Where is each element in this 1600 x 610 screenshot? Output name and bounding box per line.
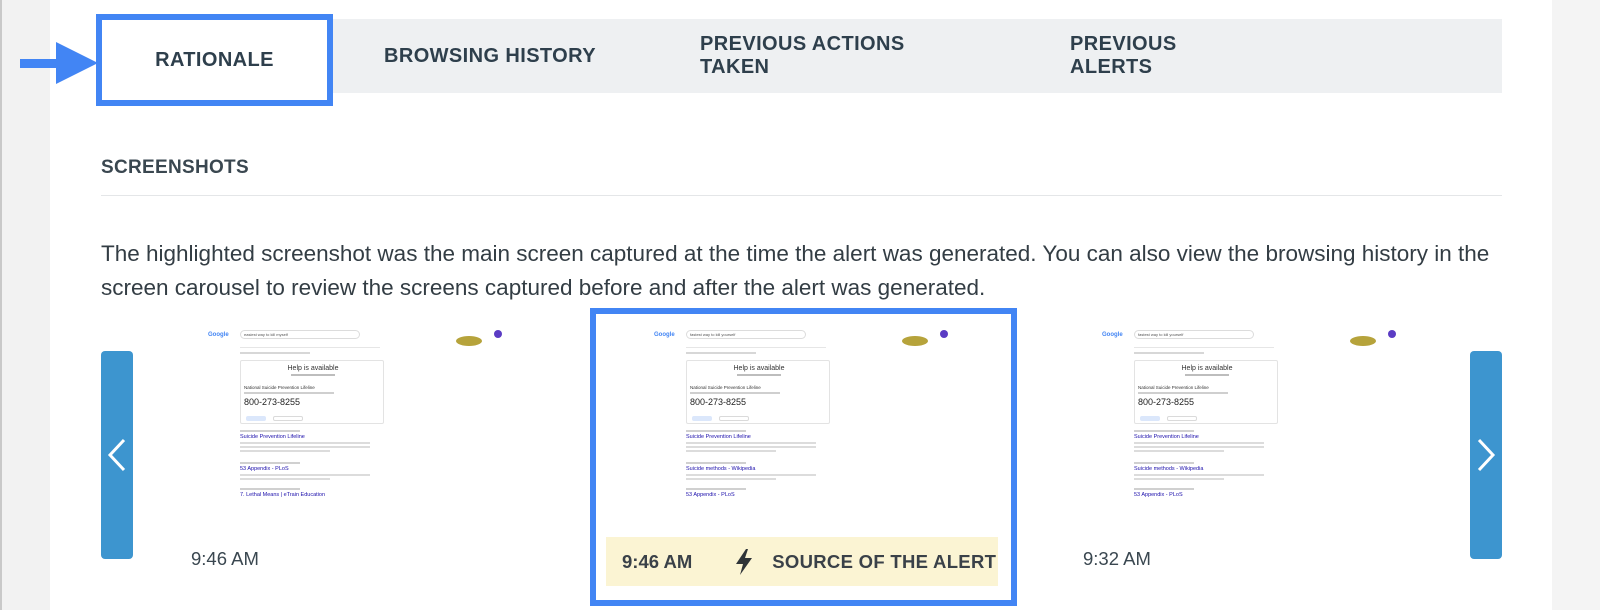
search-result: 53 Appendix - PLoS	[1134, 488, 1274, 498]
doodle-image	[456, 336, 482, 346]
mini-search-box: fastest way to kill yourself	[686, 330, 806, 339]
chat-button	[692, 416, 712, 421]
search-result: Suicide Prevention Lifeline	[1134, 430, 1274, 452]
search-result: Suicide methods - Wikipedia	[686, 462, 826, 480]
screenshot-time: 9:46 AM	[191, 548, 259, 569]
tab-browsing-history[interactable]: BROWSING HISTORY	[380, 19, 600, 93]
doodle-image	[1350, 336, 1376, 346]
google-logo: Google	[654, 332, 675, 338]
source-of-alert-banner: 9:46 AM SOURCE OF THE ALERT	[606, 537, 998, 586]
help-title: Help is available	[1181, 365, 1233, 372]
help-phone: 800-273-8255	[1138, 397, 1195, 407]
mini-search-box: fastest way to kill yourself	[1134, 330, 1254, 339]
website-button	[719, 416, 749, 421]
mini-search-box: easiest way to kill myself	[240, 330, 360, 339]
result-title: 53 Appendix - PLoS	[240, 466, 289, 472]
tab-previous-actions-taken[interactable]: PREVIOUS ACTIONS TAKEN	[700, 19, 965, 93]
section-divider	[101, 195, 1502, 196]
google-logo: Google	[208, 332, 229, 338]
result-title: Suicide methods - Wikipedia	[1134, 466, 1204, 472]
mini-result-stats	[686, 352, 756, 354]
chat-button	[246, 416, 266, 421]
avatar	[1388, 330, 1396, 338]
help-phone: 800-273-8255	[244, 397, 301, 407]
screenshot-time: 9:46 AM	[622, 550, 693, 572]
search-result: 7. Lethal Means | eTrain Education	[240, 488, 380, 498]
help-title: Help is available	[733, 365, 785, 372]
help-info-line	[244, 392, 334, 394]
screenshot-time: 9:32 AM	[1083, 548, 1151, 569]
lightning-bolt-icon	[736, 548, 753, 575]
result-title: 53 Appendix - PLoS	[686, 492, 735, 498]
screenshot-thumbnail[interactable]: Google fastest way to kill yourself Help…	[652, 328, 952, 513]
help-info-line	[690, 392, 780, 394]
result-title: 7. Lethal Means | eTrain Education	[240, 492, 325, 498]
help-org: National Suicide Prevention Lifeline	[244, 385, 315, 390]
chevron-left-icon	[107, 438, 126, 472]
mini-result-stats	[1134, 352, 1204, 354]
google-logo: Google	[1102, 332, 1123, 338]
help-org: National Suicide Prevention Lifeline	[1138, 385, 1209, 390]
website-button	[1167, 416, 1197, 421]
avatar	[494, 330, 502, 338]
screenshot-thumbnail[interactable]: Google easiest way to kill myself Help i…	[206, 328, 506, 513]
search-result: Suicide Prevention Lifeline	[686, 430, 826, 452]
section-title: SCREENSHOTS	[101, 157, 249, 178]
doodle-image	[902, 336, 928, 346]
website-button	[273, 416, 303, 421]
help-phone: 800-273-8255	[690, 397, 747, 407]
help-org: National Suicide Prevention Lifeline	[690, 385, 761, 390]
help-card: Help is available National Suicide Preve…	[686, 360, 830, 424]
avatar	[940, 330, 948, 338]
mini-tabs	[240, 344, 380, 348]
mini-tabs	[686, 344, 826, 348]
carousel-next-button[interactable]	[1470, 351, 1502, 559]
chat-button	[1140, 416, 1160, 421]
screenshot-thumbnail[interactable]: Google fastest way to kill yourself Help…	[1100, 328, 1400, 513]
tab-previous-alerts[interactable]: PREVIOUS ALERTS	[1070, 19, 1255, 93]
result-title: 53 Appendix - PLoS	[1134, 492, 1183, 498]
result-title: Suicide Prevention Lifeline	[1134, 434, 1199, 440]
help-subtitle-line	[1185, 374, 1229, 376]
search-result: 53 Appendix - PLoS	[240, 462, 380, 480]
help-card: Help is available National Suicide Preve…	[1134, 360, 1278, 424]
pointer-arrow-icon	[20, 42, 98, 84]
screenshots-description: The highlighted screenshot was the main …	[101, 241, 1490, 300]
result-title: Suicide methods - Wikipedia	[686, 466, 756, 472]
search-result: 53 Appendix - PLoS	[686, 488, 826, 498]
mini-tabs	[1134, 344, 1274, 348]
help-title: Help is available	[287, 365, 339, 372]
carousel-prev-button[interactable]	[101, 351, 133, 559]
help-card: Help is available National Suicide Preve…	[240, 360, 384, 424]
help-subtitle-line	[291, 374, 335, 376]
chevron-right-icon	[1477, 438, 1496, 472]
search-result: Suicide Prevention Lifeline	[240, 430, 380, 452]
mini-result-stats	[240, 352, 310, 354]
help-info-line	[1138, 392, 1228, 394]
search-result: Suicide methods - Wikipedia	[1134, 462, 1274, 480]
result-title: Suicide Prevention Lifeline	[686, 434, 751, 440]
tab-rationale[interactable]: RATIONALE	[96, 14, 333, 106]
window-left-edge	[0, 0, 2, 610]
result-title: Suicide Prevention Lifeline	[240, 434, 305, 440]
right-scroll-rail[interactable]	[1552, 0, 1600, 610]
help-subtitle-line	[737, 374, 781, 376]
source-of-alert-label: SOURCE OF THE ALERT	[772, 550, 997, 572]
